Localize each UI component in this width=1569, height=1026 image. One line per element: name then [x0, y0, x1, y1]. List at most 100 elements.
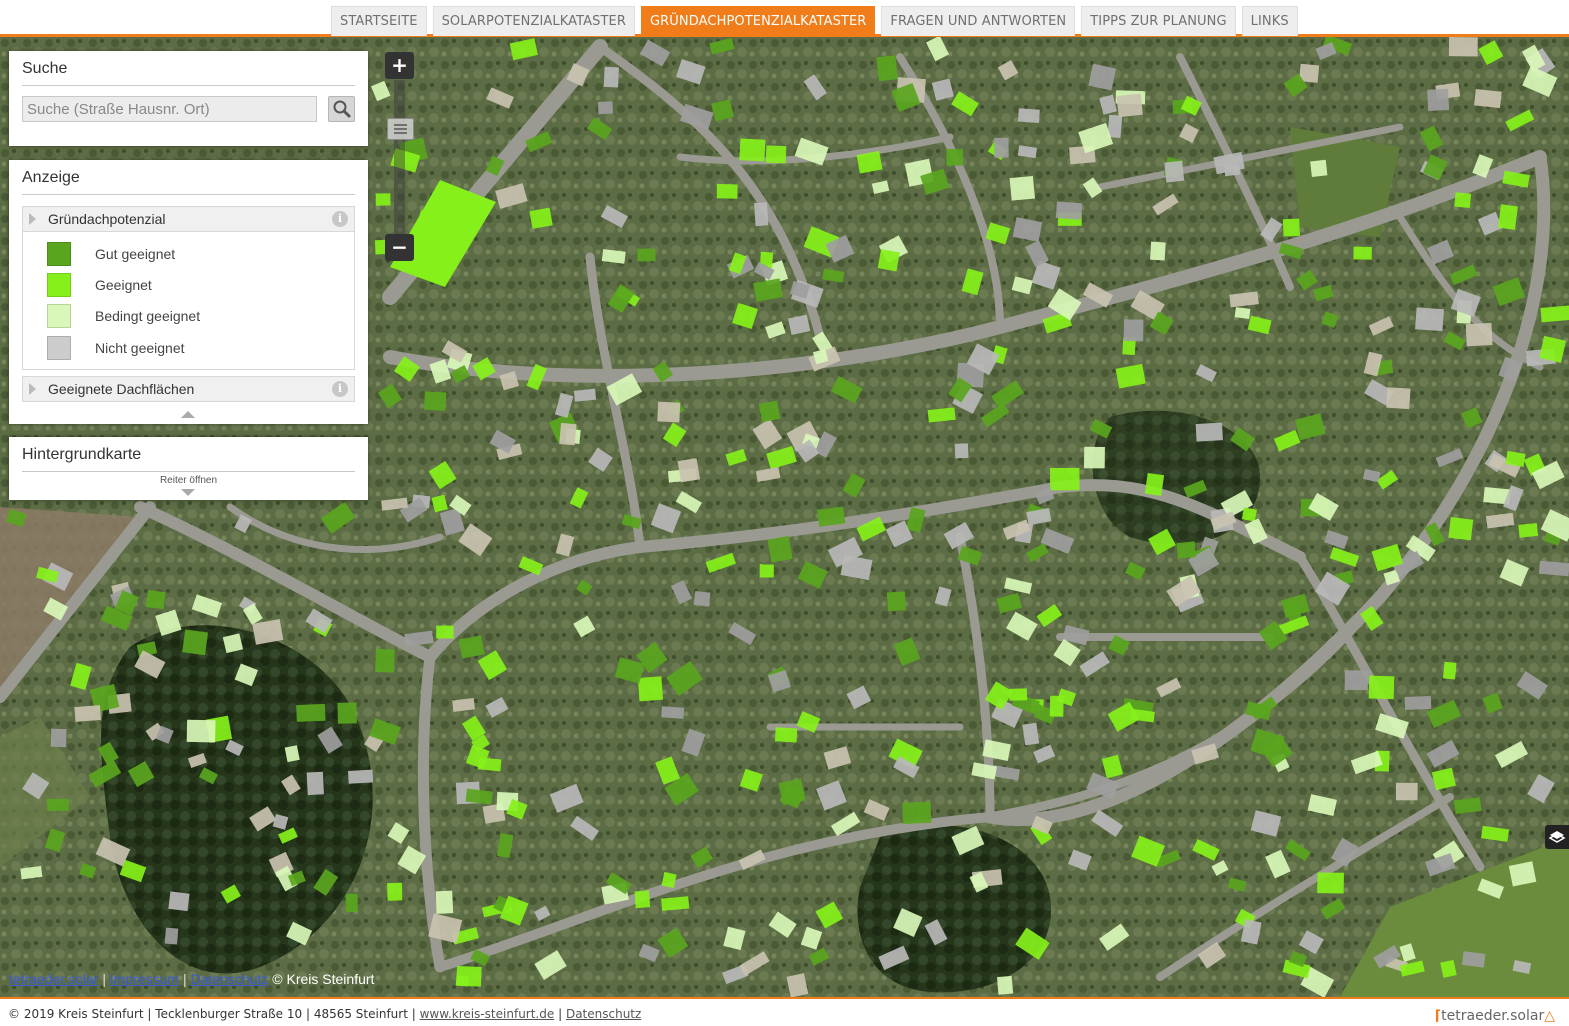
roof-tile [778, 778, 806, 805]
roof-tile [164, 927, 179, 945]
zoom-in-button[interactable]: + [385, 52, 414, 79]
roof-tile [50, 728, 67, 748]
legend: Gut geeignet Geeignet Bedingt geeignet N… [22, 232, 355, 370]
expand-panel-arrow-icon[interactable] [181, 489, 195, 496]
roof-tile [954, 443, 969, 459]
roof-tile [559, 422, 577, 446]
legend-swatch [47, 242, 71, 266]
roof-tile [345, 893, 358, 913]
separator: | [558, 1007, 563, 1021]
roof-tile [597, 101, 613, 115]
roof-tile [1353, 246, 1372, 260]
roof-tile [902, 801, 932, 824]
roof-tile [1144, 472, 1165, 496]
tab-solarpotenzialkataster[interactable]: SOLARPOTENZIALKATASTER [432, 6, 635, 36]
roof-tile [1386, 387, 1411, 410]
roof-tile [1310, 159, 1328, 177]
roof-tile [1454, 192, 1472, 209]
map-copyright: © Kreis Steinfurt [272, 971, 375, 987]
roof-tile [739, 138, 766, 162]
legend-swatch [47, 304, 71, 328]
roof-tile [1017, 108, 1040, 124]
logo-text: tetraeder.solar [1441, 1008, 1545, 1024]
legend-label: Geeignet [95, 277, 152, 293]
roof-tile [716, 183, 738, 199]
info-icon[interactable]: i [332, 211, 348, 227]
layers-icon [1548, 831, 1566, 843]
roof-tile [1461, 951, 1486, 968]
footer: © 2019 Kreis Steinfurt | Tecklenburger S… [0, 997, 1569, 1026]
roof-tile [603, 66, 619, 88]
roof-tile [817, 506, 846, 527]
impressum-link[interactable]: Impressum [110, 971, 179, 987]
roof-tile [375, 648, 395, 673]
roof-tile [677, 458, 701, 483]
zoom-slider-handle[interactable] [387, 118, 414, 140]
roof-tile [1009, 175, 1036, 201]
roof-tile [758, 400, 781, 423]
roof-tile [765, 145, 787, 164]
footer-datenschutz-link[interactable]: Datenschutz [566, 1007, 641, 1021]
zoom-slider-track[interactable] [394, 80, 405, 234]
divider [22, 194, 355, 195]
info-icon[interactable]: i [332, 381, 348, 397]
legend-swatch [47, 336, 71, 360]
open-tab-link[interactable]: Reiter öffnen [9, 475, 368, 486]
tab-tipps-zur-planung[interactable]: TIPPS ZUR PLANUNG [1081, 6, 1236, 36]
datenschutz-link[interactable]: Datenschutz [191, 971, 269, 987]
roof-tile [946, 148, 964, 166]
top-navigation-bar: STARTSEITE SOLARPOTENZIALKATASTER GRÜNDA… [0, 0, 1569, 37]
tetraeder-link[interactable]: tetraeder.solar [9, 971, 99, 987]
roof-tile [1448, 517, 1474, 541]
kreis-steinfurt-link[interactable]: www.kreis-steinfurt.de [420, 1007, 555, 1021]
roof-tile [1055, 201, 1083, 220]
search-button[interactable] [328, 96, 355, 122]
collapse-panel-arrow-icon[interactable] [181, 411, 195, 418]
roof-tile [337, 702, 357, 724]
tab-gruendachpotenzialkataster[interactable]: GRÜNDACHPOTENZIALKATASTER [641, 6, 876, 36]
roof-tile [1497, 204, 1518, 230]
roof-tile [456, 965, 482, 987]
roof-tile [754, 202, 769, 227]
roof-tile [637, 248, 656, 262]
layer-switcher-button[interactable] [1545, 825, 1569, 849]
roof-tile [186, 719, 216, 743]
accordion-gruendachpotenzial[interactable]: Gründachpotenzial i [22, 206, 355, 232]
magnifier-icon [333, 100, 351, 118]
roof-tile [1474, 88, 1502, 109]
roof-tile [1518, 523, 1539, 538]
display-panel-title: Anzeige [22, 169, 80, 186]
search-input[interactable] [22, 96, 317, 122]
roof-tile [529, 207, 553, 229]
roof-tile [306, 771, 324, 796]
roof-tile [774, 727, 798, 743]
roof-tile [435, 890, 454, 914]
divider [22, 85, 355, 86]
accordion-geeignete-dachflaechen[interactable]: Geeignete Dachflächen i [22, 376, 355, 402]
tab-fragen-und-antworten[interactable]: FRAGEN UND ANTWORTEN [881, 6, 1076, 36]
roof-tile [1234, 307, 1251, 319]
tab-startseite[interactable]: STARTSEITE [331, 6, 427, 36]
roof-tile [1176, 541, 1197, 559]
main-navigation: STARTSEITE SOLARPOTENZIALKATASTER GRÜNDA… [331, 6, 1298, 37]
roof-tile [657, 401, 681, 423]
roof-tile [1395, 782, 1418, 801]
roof-tile [1538, 560, 1569, 577]
roof-tile [877, 249, 900, 272]
legend-label: Gut geeignet [95, 246, 176, 262]
roof-tile [994, 137, 1009, 158]
roof-tile [1465, 322, 1493, 347]
tab-links[interactable]: LINKS [1241, 6, 1298, 36]
roof-tile [1195, 422, 1223, 442]
zoom-out-button[interactable]: − [385, 234, 414, 261]
footer-address: © 2019 Kreis Steinfurt | Tecklenburger S… [8, 1007, 416, 1021]
roof-tile [296, 703, 326, 722]
grip-icon [394, 124, 407, 134]
roof-tile [1282, 218, 1300, 237]
roof-tile [1083, 446, 1105, 469]
roof-tile [661, 706, 685, 719]
roof-tile [759, 564, 774, 578]
display-panel: Anzeige Gründachpotenzial i Gut geeignet… [9, 160, 368, 424]
roof-tile [996, 975, 1014, 995]
roof-tile [1022, 722, 1040, 746]
